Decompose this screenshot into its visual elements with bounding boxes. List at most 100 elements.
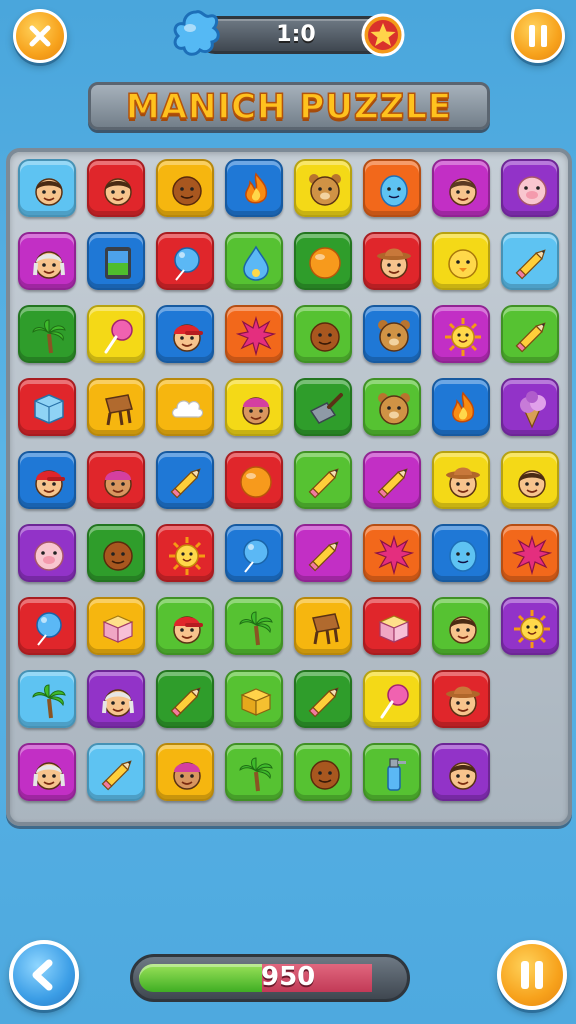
tile-burst[interactable] (501, 524, 559, 582)
boy-face-icon (449, 616, 477, 644)
tile-cowboy-face[interactable] (432, 451, 490, 509)
tile-bottle[interactable] (363, 743, 421, 801)
cloud-icon (171, 400, 204, 418)
ice-cream-icon (520, 391, 546, 429)
tile-pig-face[interactable] (18, 524, 76, 582)
blue-splat-icon (173, 10, 220, 56)
chick-face-icon (448, 249, 478, 279)
tile-flame[interactable] (225, 159, 283, 217)
tile-ball-face[interactable] (156, 159, 214, 217)
tile-burst[interactable] (363, 524, 421, 582)
tile-palm-tree[interactable] (225, 597, 283, 655)
tile-bear-face[interactable] (363, 378, 421, 436)
tile-blob-face[interactable] (432, 524, 490, 582)
pause-button-bottom[interactable] (497, 940, 567, 1010)
tile-pencil[interactable] (501, 305, 559, 363)
tile-boy-face[interactable] (18, 159, 76, 217)
burst-icon (374, 535, 414, 575)
tile-pencil[interactable] (501, 232, 559, 290)
tile-girl-cap-face[interactable] (87, 451, 145, 509)
tile-sun-face[interactable] (432, 305, 490, 363)
balloon-icon (243, 539, 269, 573)
burst-icon (236, 316, 276, 356)
tile-pencil[interactable] (294, 451, 352, 509)
tile-box[interactable] (225, 670, 283, 728)
tile-pig-face[interactable] (501, 159, 559, 217)
tile-bear-face[interactable] (363, 305, 421, 363)
tile-cowboy-face[interactable] (432, 670, 490, 728)
close-icon (29, 25, 51, 47)
tile-stool[interactable] (87, 378, 145, 436)
tile-pencil[interactable] (294, 524, 352, 582)
tile-boy-cap-face[interactable] (156, 305, 214, 363)
tile-balloon[interactable] (225, 524, 283, 582)
tile-boy-face[interactable] (432, 597, 490, 655)
tile-boy-face[interactable] (87, 159, 145, 217)
orange-ball-icon (309, 247, 341, 279)
flame-icon (452, 391, 475, 423)
tile-pencil[interactable] (156, 451, 214, 509)
pencil-icon (308, 541, 339, 572)
tile-lollipop[interactable] (363, 670, 421, 728)
tile-shovel[interactable] (294, 378, 352, 436)
game-board (6, 148, 572, 826)
tile-orange-ball[interactable] (294, 232, 352, 290)
pig-face-icon (34, 541, 64, 571)
tile-bear-face[interactable] (294, 159, 352, 217)
tile-cloud[interactable] (156, 378, 214, 436)
tile-sun-face[interactable] (501, 597, 559, 655)
tile-balloon[interactable] (156, 232, 214, 290)
tile-lollipop[interactable] (87, 305, 145, 363)
tile-palm-tree[interactable] (18, 305, 76, 363)
pause-button[interactable] (511, 9, 565, 63)
tile-burst[interactable] (225, 305, 283, 363)
tile-sun-face[interactable] (156, 524, 214, 582)
tile-ball-face[interactable] (294, 305, 352, 363)
tile-chick-face[interactable] (432, 232, 490, 290)
shovel-icon (309, 393, 343, 424)
tile-palm-tree[interactable] (225, 743, 283, 801)
tile-ice-cube[interactable] (18, 378, 76, 436)
tile-ice-cream[interactable] (501, 378, 559, 436)
tile-girl-cap-face[interactable] (156, 743, 214, 801)
stool-icon (312, 613, 340, 645)
tile-girl-face[interactable] (432, 159, 490, 217)
tile-cake[interactable] (363, 597, 421, 655)
tile-boy-cap-face[interactable] (156, 597, 214, 655)
lollipop-icon (104, 319, 133, 354)
pencil-icon (515, 249, 546, 280)
tile-pencil[interactable] (87, 743, 145, 801)
tile-pencil[interactable] (156, 670, 214, 728)
tile-boy-face[interactable] (432, 743, 490, 801)
tile-orange-ball[interactable] (225, 451, 283, 509)
boy-face-icon (35, 178, 63, 206)
tile-balloon[interactable] (18, 597, 76, 655)
palm-tree-icon (32, 319, 66, 354)
tile-flame[interactable] (432, 378, 490, 436)
sun-face-icon (169, 537, 205, 575)
close-button[interactable] (13, 9, 67, 63)
palm-tree-icon (239, 611, 273, 646)
tile-stool[interactable] (294, 597, 352, 655)
tile-grandma-face[interactable] (18, 232, 76, 290)
tile-palm-tree[interactable] (18, 670, 76, 728)
cowboy-face-icon (377, 248, 411, 279)
progress-fill (139, 964, 262, 992)
tile-ball-face[interactable] (87, 524, 145, 582)
tile-tablet[interactable] (87, 232, 145, 290)
back-button[interactable] (9, 940, 79, 1010)
tile-boy-cap-face[interactable] (18, 451, 76, 509)
back-arrow-icon (32, 959, 53, 991)
tile-grandma-face[interactable] (18, 743, 76, 801)
tile-boy-face[interactable] (501, 451, 559, 509)
tile-ball-face[interactable] (294, 743, 352, 801)
tile-pencil[interactable] (363, 451, 421, 509)
tile-pencil[interactable] (294, 670, 352, 728)
tile-grandma-face[interactable] (87, 670, 145, 728)
grandma-face-icon (33, 251, 65, 279)
tile-cake[interactable] (87, 597, 145, 655)
tile-girl-cap-face[interactable] (225, 378, 283, 436)
tile-blob-face[interactable] (363, 159, 421, 217)
tile-drop[interactable] (225, 232, 283, 290)
tile-cowboy-face[interactable] (363, 232, 421, 290)
